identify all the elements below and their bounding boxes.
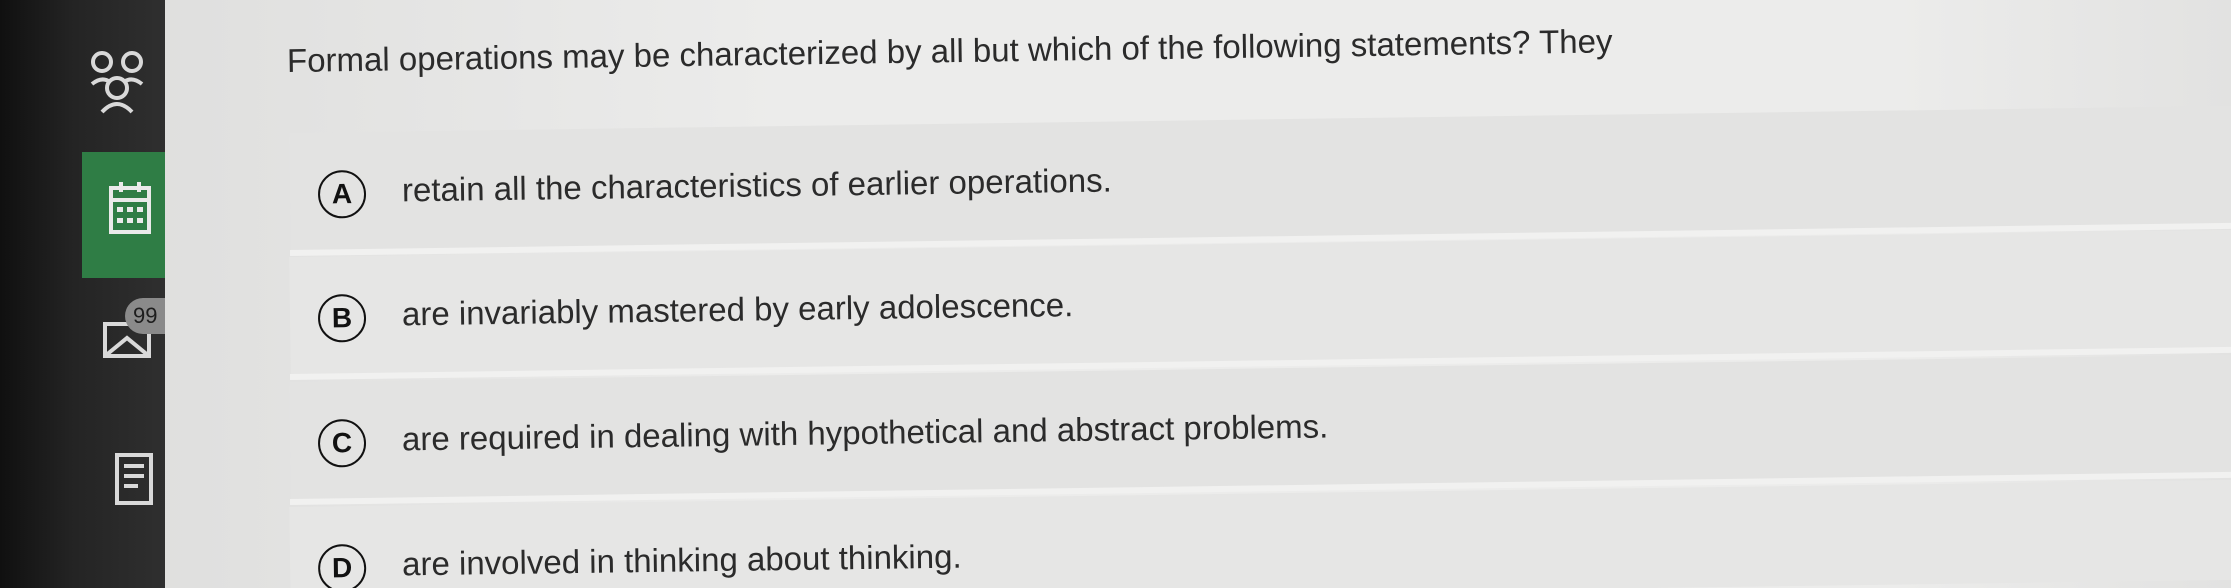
option-letter: D	[317, 543, 367, 588]
question-text: Formal operations may be characterized b…	[286, 22, 1613, 79]
option-text: are required in dealing with hypothetica…	[401, 407, 1329, 458]
option-letter: B	[317, 293, 367, 343]
option-letter: C	[317, 418, 367, 468]
people-icon[interactable]	[88, 50, 146, 114]
option-text: are involved in thinking about thinking.	[401, 537, 962, 583]
option-text: retain all the characteristics of earlie…	[401, 161, 1113, 209]
mail-count-badge: 99	[125, 298, 165, 334]
option-letter: A	[317, 169, 367, 219]
option-text: are invariably mastered by early adolesc…	[401, 286, 1074, 333]
left-sidebar: 99	[0, 0, 165, 588]
calendar-icon	[108, 180, 152, 236]
sidebar-item-calendar[interactable]	[82, 152, 165, 278]
notes-icon[interactable]	[114, 452, 156, 508]
screen: 99 Formal operations may be characterize…	[0, 0, 2231, 588]
